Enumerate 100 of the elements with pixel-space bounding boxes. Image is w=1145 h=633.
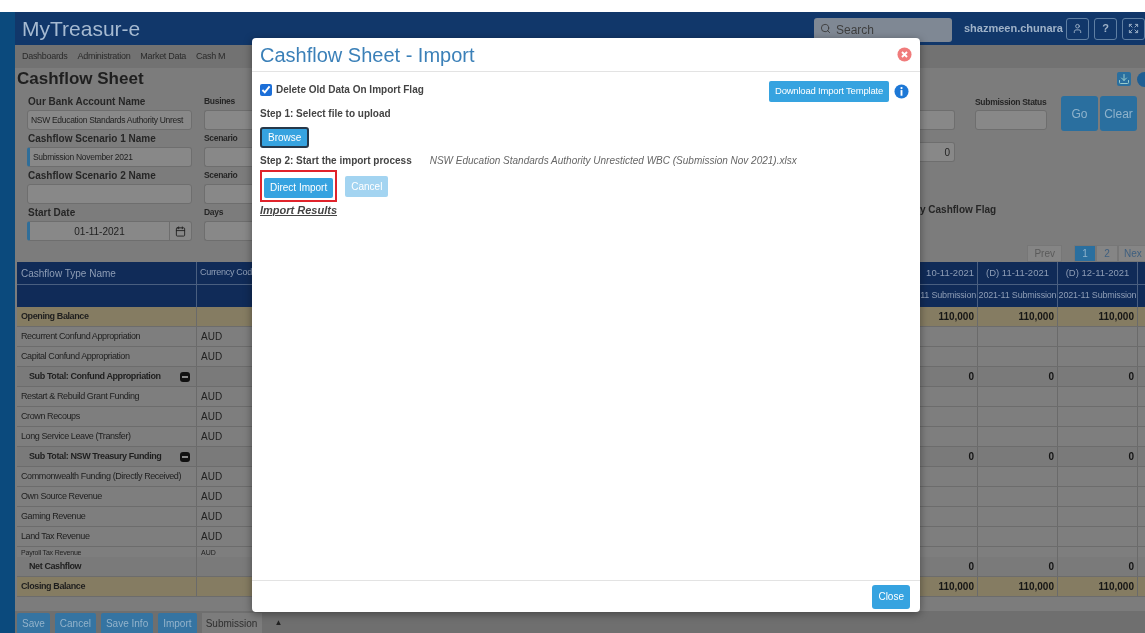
delete-old-data-checkbox[interactable] — [260, 83, 272, 96]
download-template-button[interactable]: Download Import Template — [768, 81, 889, 102]
column-header: 10-11-2021 — [926, 265, 974, 280]
next-button[interactable]: Nex — [1118, 245, 1145, 262]
column-header: 2021-11 Submission — [978, 289, 1057, 303]
table-cell-text: 0 — [1128, 560, 1134, 574]
browse-button[interactable]: Browse — [260, 126, 310, 148]
text-field[interactable]: 0 — [920, 142, 955, 162]
nav-item[interactable]: Dashboards — [22, 49, 68, 64]
text-field[interactable] — [920, 110, 955, 130]
nav-item[interactable]: Cash M — [196, 49, 226, 64]
table-cell-text: Opening Balance — [21, 309, 89, 323]
column-header: (D) 12-11-2021 — [1065, 265, 1130, 280]
go-button[interactable]: Go — [1061, 96, 1098, 131]
column-header: 11 Submission — [920, 289, 976, 303]
step-label: Step 1: Select file to upload — [260, 107, 392, 121]
close-button[interactable]: Close — [872, 584, 910, 609]
table-cell-text: 110,000 — [1098, 310, 1134, 324]
collapse-icon[interactable] — [180, 371, 190, 382]
table-cell-text: 0 — [1128, 370, 1134, 384]
table-cell-text: Sub Total: Confund Appropriation — [29, 369, 161, 383]
date-field[interactable]: 01-11-2021 — [27, 221, 192, 241]
table-cell-text: Gaming Revenue — [21, 509, 86, 523]
expand-icon — [1128, 23, 1139, 34]
nav-item[interactable]: Market Data — [140, 49, 187, 64]
clear-button[interactable]: Clear — [1100, 96, 1137, 131]
table-cell-text: Crown Recoups — [21, 409, 80, 423]
calendar-icon[interactable] — [175, 225, 186, 237]
field-label: Days — [204, 206, 224, 219]
search-icon — [819, 22, 831, 34]
toolbar-button[interactable]: Save Info — [100, 613, 154, 633]
table-cell-text: 110,000 — [938, 580, 974, 594]
app-title: MyTreasur-e — [22, 15, 141, 42]
text-field[interactable] — [204, 184, 252, 204]
user-button[interactable] — [1066, 17, 1089, 40]
collapse-button[interactable]: ▲ — [266, 613, 291, 633]
step-label: Step 2: Start the import process — [260, 154, 412, 168]
table-cell-text: 0 — [968, 560, 974, 574]
table-cell-text: 110,000 — [1098, 580, 1134, 594]
import-results-heading: Import Results — [260, 203, 338, 218]
column-header: (D) 11-11-2021 — [986, 265, 1049, 280]
toolbar-button[interactable]: Import — [158, 613, 197, 633]
table-cell-text: Closing Balance — [21, 579, 86, 593]
table-cell-text: AUD — [201, 510, 223, 524]
text-field[interactable]: NSW Education Standards Authority Unrest — [27, 110, 192, 130]
field-label: Scenario — [204, 132, 238, 145]
direct-import-button[interactable]: Direct Import — [264, 177, 334, 198]
field-label: Scenario — [204, 169, 238, 182]
field-label: Cashflow Scenario 1 Name — [27, 132, 157, 145]
table-cell-text: Own Source Revenue — [21, 489, 102, 503]
table-cell-text: AUD — [201, 490, 223, 504]
nav-item[interactable]: Administration — [77, 49, 131, 64]
table-cell-text: 0 — [1048, 370, 1054, 384]
table-cell-text: AUD — [201, 430, 223, 444]
text-field[interactable] — [204, 221, 252, 241]
table-cell-text: 110,000 — [1018, 310, 1054, 324]
column-header: 2021-11 Submission — [1058, 289, 1137, 303]
table-cell-text: Long Service Leave (Transfer) — [21, 429, 131, 443]
table-cell-text: 0 — [1048, 560, 1054, 574]
username[interactable]: shazmeen.chunara — [963, 20, 1063, 37]
field-label: Our Bank Account Name — [27, 95, 147, 108]
table-cell-text: AUD — [201, 410, 223, 424]
table-cell-text: Sub Total: NSW Treasury Funding — [29, 449, 162, 463]
collapse-icon[interactable] — [180, 451, 190, 462]
table-cell-text: Recurrent Confund Appropriation — [21, 329, 141, 343]
page-title: Cashflow Sheet — [17, 68, 144, 91]
field-label: Busines — [204, 95, 235, 108]
table-cell-text: AUD — [201, 390, 223, 404]
text-field[interactable] — [975, 110, 1047, 130]
field-label: y Cashflow Flag — [920, 203, 997, 216]
column-header: Cashflow Type Name — [21, 266, 116, 281]
toolbar-button[interactable]: Save — [17, 613, 50, 633]
page-button[interactable]: 1 — [1074, 245, 1096, 262]
submission-tab[interactable]: Submission — [201, 613, 262, 633]
text-field[interactable] — [204, 147, 252, 167]
table-cell-text: 0 — [1048, 450, 1054, 464]
column-header: Currency Cod — [200, 266, 252, 280]
file-name: NSW Education Standards Authority Unresticted WBC (Submission Nov 2021).xlsx — [429, 154, 797, 168]
fullscreen-button[interactable] — [1122, 17, 1145, 40]
toolbar-button[interactable]: Cancel — [54, 613, 96, 633]
dialog-title: Cashflow Sheet - Import — [260, 42, 475, 68]
text-field[interactable] — [204, 110, 252, 130]
checkbox-label: Delete Old Data On Import Flag — [276, 83, 424, 97]
table-cell-text: 0 — [1128, 450, 1134, 464]
table-cell-text: Commonwealth Funding (Directly Received) — [21, 469, 182, 483]
search-field[interactable]: Search — [813, 17, 952, 42]
text-field[interactable]: Submission November 2021 — [27, 147, 192, 167]
table-cell-text: 110,000 — [938, 310, 974, 324]
help-button[interactable]: ? — [1094, 17, 1117, 40]
field-label: Submission Status — [975, 96, 1047, 109]
table-cell-text: AUD — [201, 530, 223, 544]
close-icon[interactable] — [897, 47, 912, 62]
field-label: Start Date — [27, 206, 77, 219]
table-cell-text: Net Cashflow — [29, 559, 82, 573]
page-button[interactable]: 2 — [1096, 245, 1118, 262]
download-icon[interactable] — [1117, 72, 1131, 86]
table-cell-text: AUD — [201, 470, 223, 484]
text-field[interactable] — [27, 184, 192, 204]
table-cell-text: AUD — [201, 350, 223, 364]
table-cell-text: Restart & Rebuild Grant Funding — [21, 389, 140, 403]
